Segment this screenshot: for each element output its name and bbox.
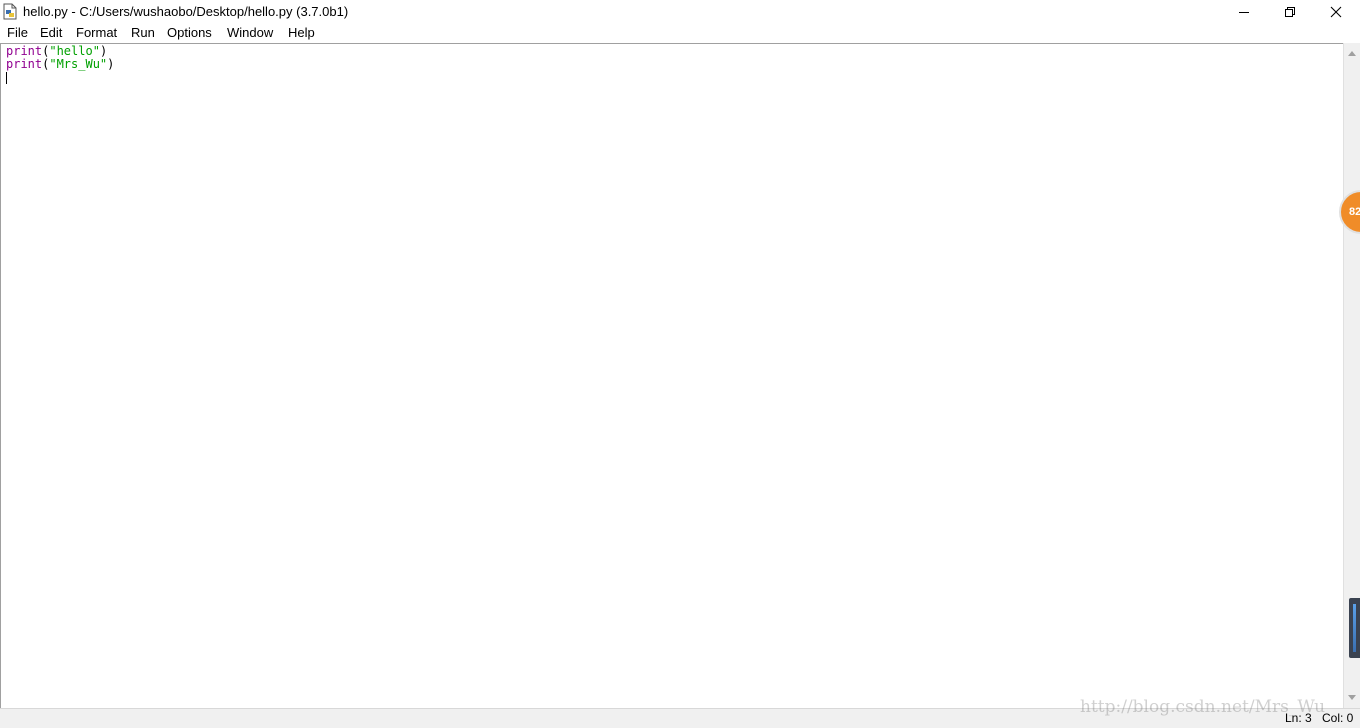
level-bar-icon bbox=[1353, 604, 1356, 652]
status-col: Col: 0 bbox=[1322, 711, 1354, 725]
menu-format[interactable]: Format bbox=[76, 25, 117, 41]
python-file-icon[interactable] bbox=[2, 3, 18, 20]
window-title: hello.py - C:/Users/wushaobo/Desktop/hel… bbox=[23, 4, 349, 19]
text-caret bbox=[6, 72, 7, 84]
scroll-down-arrow-icon[interactable] bbox=[1348, 695, 1356, 700]
menu-edit[interactable]: Edit bbox=[40, 25, 62, 41]
code-text[interactable]: print("hello") print("Mrs_Wu") bbox=[6, 45, 114, 71]
menu-help[interactable]: Help bbox=[288, 25, 315, 41]
keyword-token: print bbox=[6, 57, 43, 71]
menu-file[interactable]: File bbox=[7, 25, 28, 41]
restore-button[interactable] bbox=[1267, 0, 1313, 23]
close-button[interactable] bbox=[1313, 0, 1359, 23]
menu-window[interactable]: Window bbox=[227, 25, 273, 41]
minimize-icon bbox=[1239, 11, 1249, 13]
minimize-button[interactable] bbox=[1221, 0, 1267, 23]
restore-icon bbox=[1285, 6, 1295, 17]
side-volume-widget[interactable] bbox=[1349, 598, 1360, 658]
code-line-2: print("Mrs_Wu") bbox=[6, 58, 114, 71]
keyword-token: print bbox=[6, 44, 43, 58]
code-editor[interactable] bbox=[0, 43, 1343, 708]
badge-count: 82 bbox=[1349, 206, 1360, 218]
menu-options[interactable]: Options bbox=[167, 25, 212, 41]
paren-token: ) bbox=[99, 44, 108, 58]
menu-run[interactable]: Run bbox=[131, 25, 155, 41]
string-token: "hello" bbox=[49, 44, 100, 58]
string-token: "Mrs_Wu" bbox=[49, 57, 108, 71]
menu-bar: File Edit Format Run Options Window Help bbox=[0, 23, 1360, 43]
paren-token: ) bbox=[107, 57, 115, 71]
scroll-up-arrow-icon[interactable] bbox=[1348, 51, 1356, 56]
close-icon bbox=[1330, 6, 1342, 17]
status-line: Ln: 3 bbox=[1285, 711, 1312, 725]
title-bar[interactable]: hello.py - C:/Users/wushaobo/Desktop/hel… bbox=[0, 0, 1360, 23]
